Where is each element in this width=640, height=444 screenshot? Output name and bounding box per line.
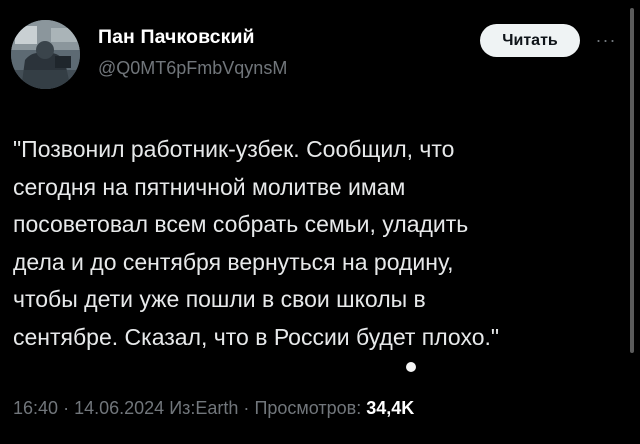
tweet-text-line: сентябре. Сказал, что в России будет пло… — [13, 323, 500, 350]
user-handle[interactable]: @Q0MT6pFmbVqynsM — [98, 58, 287, 79]
scrollbar[interactable] — [630, 8, 634, 353]
tweet-text-line: посоветовал всем собрать семьи, уладить — [13, 211, 469, 237]
display-name[interactable]: Пан Пачковский — [98, 26, 255, 49]
tweet-text-line: "Позвонил работник-узбек. Сообщил, что — [13, 136, 455, 162]
follow-button[interactable]: Читать — [480, 24, 580, 57]
meta-separator: · — [63, 398, 70, 418]
tweet-date[interactable]: 14.06.2024 — [74, 398, 164, 418]
tweet-meta: 16:40 · 14.06.2024 Из:Earth · Просмотров… — [13, 398, 414, 419]
tweet-text-line: сегодня на пятничной молитве имам — [13, 173, 406, 200]
tweet-text-line: дела и до сентября вернуться на родину, — [13, 248, 454, 275]
more-options-icon[interactable]: ··· — [592, 28, 620, 52]
tweet-card: Пан Пачковский @Q0MT6pFmbVqynsM Читать ·… — [0, 0, 640, 444]
profile-photo-icon — [11, 20, 80, 89]
meta-separator: · — [243, 398, 250, 418]
views-label: Просмотров: — [254, 398, 362, 418]
tweet-text-line: чтобы дети уже пошли в свои школы в — [13, 286, 426, 312]
views-count: 34,4K — [366, 398, 415, 418]
tweet-time[interactable]: 16:40 — [13, 398, 58, 418]
tweet-source: Из:Earth — [169, 398, 239, 418]
tweet-text: "Позвонил работник-узбек. Сообщил, что с… — [13, 131, 613, 356]
avatar[interactable] — [11, 20, 80, 89]
touch-cursor-icon — [406, 362, 416, 372]
